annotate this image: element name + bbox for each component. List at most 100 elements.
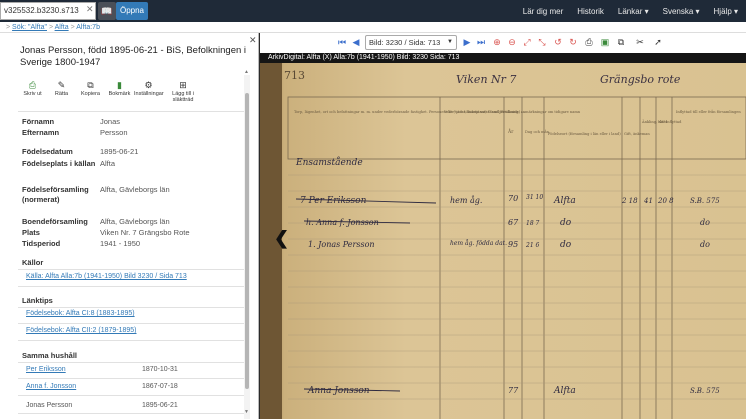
entry-place: Alfta: [553, 386, 576, 396]
entry-name: 1. Jonas Persson: [308, 240, 375, 249]
column-header: När inflyttad: [658, 120, 682, 124]
divider: [18, 111, 250, 112]
image-page-select-value: Bild: 3230 / Sida: 713: [369, 38, 441, 47]
open-button[interactable]: Öppna: [116, 2, 148, 20]
copy-label: Kopiera: [81, 91, 100, 97]
breadcrumb: > Sök: "Alfta" > Alfta > Alfta:7b: [6, 22, 100, 33]
next-page-icon[interactable]: ▶: [461, 36, 473, 49]
correct-button[interactable]: ✎ Rätta: [47, 79, 76, 105]
margin-mark: 2 18: [621, 197, 638, 205]
tools-icon[interactable]: ✂: [634, 36, 646, 49]
clear-icon[interactable]: ✕: [86, 4, 94, 15]
field-label: Tidsperiod: [22, 239, 61, 248]
column-header: Inflyttad till eller från församlingen: [676, 109, 741, 114]
household-heading: Samma hushåll: [22, 351, 78, 360]
rotate-right-icon[interactable]: ↻: [567, 36, 579, 49]
image-page-select[interactable]: Bild: 3230 / Sida: 713 ▼: [365, 35, 457, 50]
tree-icon: ⊞: [179, 80, 187, 90]
close-icon[interactable]: ✕: [249, 35, 257, 46]
right-note: S.B. 575: [690, 387, 720, 395]
previous-page-icon[interactable]: ◀: [350, 36, 362, 49]
right-note: S.B. 575: [690, 197, 720, 205]
link-tip[interactable]: Födelsebok: Alfta CII:2 (1879-1895): [26, 327, 137, 334]
record-panel: ✕ Jonas Persson, född 1895-06-21 - BiS, …: [0, 33, 259, 419]
field-value: Viken Nr. 7 Grängsbo Rote: [100, 228, 190, 237]
household-member-link[interactable]: Per Eriksson: [26, 364, 66, 376]
divider: [18, 340, 250, 341]
entry-occupation: hem åg.: [450, 196, 482, 205]
nav-help-menu[interactable]: Hjälp ▾: [714, 7, 738, 16]
record-actions: ⎙ Skriv ut ✎ Rätta ⧉ Kopiera ▮ Bokmärk ⚙…: [18, 79, 254, 105]
previous-image-arrow-icon[interactable]: ❮: [274, 227, 289, 249]
nav-links-menu[interactable]: Länkar ▾: [618, 7, 649, 16]
link-tip[interactable]: Födelsebok: Alfta CI:8 (1883-1895): [26, 310, 135, 317]
household-row: Anna f. Jonsson 1867-07-18: [26, 381, 246, 393]
last-page-icon[interactable]: ⏭: [475, 36, 487, 49]
margin-mark: 41: [643, 197, 653, 205]
image-viewer[interactable]: ArkivDigital: Alfta (X) Alla:7b (1941-19…: [260, 53, 746, 419]
nav-learn-more[interactable]: Lär dig mer: [523, 7, 563, 16]
nav-history[interactable]: Historik: [577, 7, 604, 16]
breadcrumb-separator: >: [70, 24, 75, 31]
breadcrumb-bar: > Sök: "Alfta" > Alfta > Alfta:7b: [0, 22, 746, 33]
viewer-toolbar: ⏮ ◀ Bild: 3230 / Sida: 713 ▼ ▶ ⏭ ⊕ ⊖ ⤢ ⤡…: [260, 33, 746, 53]
book-icon[interactable]: 📖: [98, 2, 116, 20]
print-icon[interactable]: ⎙: [583, 36, 595, 49]
breadcrumb-parish[interactable]: Alfta: [55, 24, 69, 31]
fit-width-icon[interactable]: ⤢: [521, 36, 533, 49]
divider: [18, 323, 250, 324]
link-tips-heading: Länktips: [22, 296, 53, 305]
search-input[interactable]: v325532.b3230.s713: [0, 2, 96, 20]
field-label: Efternamn: [22, 128, 60, 137]
breadcrumb-separator: >: [6, 24, 11, 31]
entry-date: 31 10: [526, 194, 543, 201]
entry-place: Alfta: [553, 196, 576, 206]
bookmark-icon[interactable]: ▣: [599, 36, 611, 49]
column-header: Födelseort (församling i län eller i lan…: [548, 132, 621, 136]
copy-button[interactable]: ⧉ Kopiera: [76, 79, 105, 105]
breadcrumb-search[interactable]: Sök: "Alfta": [12, 24, 47, 31]
field-value: 1895-06-21: [100, 147, 139, 156]
household-row: Jonas Persson 1895-06-21: [26, 400, 246, 412]
zoom-in-icon[interactable]: ⊕: [491, 36, 503, 49]
scroll-up-icon[interactable]: ▲: [244, 69, 249, 75]
field-value: Persson: [100, 128, 128, 137]
print-icon: ⎙: [28, 80, 37, 90]
field-label: Plats: [22, 228, 40, 237]
bookmark-label: Bokmärk: [108, 91, 131, 97]
household-row: Per Eriksson 1870-10-31: [26, 364, 246, 376]
print-button[interactable]: ⎙ Skriv ut: [18, 79, 47, 105]
breadcrumb-volume: Alfta:7b: [76, 24, 100, 31]
entry-place: do: [560, 240, 572, 250]
add-to-tree-button[interactable]: ⊞ Lägg till i släktträd: [163, 79, 203, 105]
bookmark-button[interactable]: ▮ Bokmärk: [105, 79, 134, 105]
share-icon[interactable]: ➚: [652, 36, 664, 49]
scroll-down-icon[interactable]: ▼: [244, 409, 249, 415]
breadcrumb-separator: >: [48, 24, 54, 31]
column-header: Torp, lägenhet, ort och befattningar m. …: [294, 110, 581, 114]
settings-label: Inställningar: [134, 91, 164, 97]
fit-page-icon[interactable]: ⤡: [536, 36, 548, 49]
zoom-out-icon[interactable]: ⊖: [506, 36, 518, 49]
entry-place: do: [560, 218, 572, 228]
entry-name: Ensamstående: [295, 156, 363, 168]
divider: [18, 286, 250, 287]
settings-button[interactable]: ⚙ Inställningar: [134, 79, 164, 105]
record-title: Jonas Persson, född 1895-06-21 - BiS, Be…: [20, 45, 247, 68]
margin-mark: 20 8: [657, 197, 674, 205]
panel-scrollbar-thumb[interactable]: [245, 93, 249, 389]
right-note: do: [700, 240, 710, 249]
copy-icon[interactable]: ⧉: [615, 36, 627, 49]
entry-year: 95: [508, 240, 518, 249]
nav-language-menu[interactable]: Svenska ▾: [663, 7, 700, 16]
first-page-icon[interactable]: ⏮: [336, 36, 348, 49]
household-member-name: Jonas Persson: [26, 402, 73, 409]
sources-heading: Källor: [22, 258, 44, 267]
field-value: Alfta, Gävleborgs län: [100, 185, 170, 194]
field-value: Alfta, Gävleborgs län: [100, 217, 170, 226]
household-member-link[interactable]: Anna f. Jonsson: [26, 381, 76, 393]
pencil-icon: ✎: [57, 80, 66, 90]
rotate-left-icon[interactable]: ↺: [552, 36, 564, 49]
household-member-date: 1870-10-31: [142, 366, 178, 373]
source-link[interactable]: Källa: Alfta Alla:7b (1941-1950) Bild 32…: [26, 273, 187, 280]
